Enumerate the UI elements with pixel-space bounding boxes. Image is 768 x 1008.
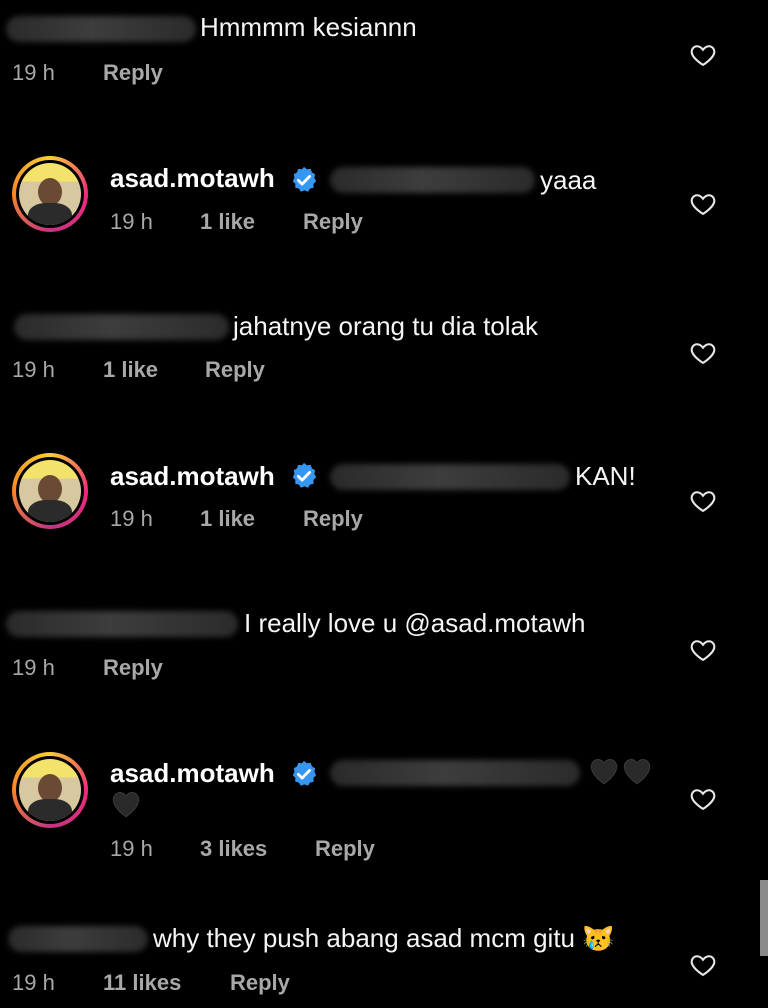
reply-item: asad.motawh KAN! 19 h 1 like Reply	[0, 448, 768, 558]
comment-text: jahatnye orang tu dia tolak	[233, 311, 538, 341]
heart-outline-icon[interactable]	[689, 951, 717, 979]
blurred-username	[6, 16, 196, 42]
username[interactable]: asad.motawh	[110, 758, 275, 789]
black-heart-emoji	[112, 792, 140, 818]
reply-button[interactable]: Reply	[315, 836, 375, 862]
heart-outline-icon[interactable]	[689, 339, 717, 367]
blurred-mention	[330, 167, 535, 193]
comment-time: 19 h	[12, 655, 55, 680]
blurred-username	[14, 314, 229, 340]
comment-text: yaaa	[540, 165, 597, 195]
comment-time: 19 h	[110, 209, 153, 234]
comment-time: 19 h	[12, 357, 55, 382]
like-count[interactable]: 11 likes	[103, 970, 181, 996]
blurred-mention	[330, 760, 580, 786]
comment-time: 19 h	[110, 836, 153, 861]
reply-button[interactable]: Reply	[103, 60, 163, 86]
blurred-mention	[330, 464, 570, 490]
like-count[interactable]: 1 like	[200, 506, 255, 532]
comment-time: 19 h	[12, 60, 55, 85]
blurred-username	[8, 926, 148, 952]
comment-item: I really love u @asad.motawh 19 h Reply	[0, 597, 768, 707]
reply-button[interactable]: Reply	[103, 655, 163, 681]
reply-button[interactable]: Reply	[303, 506, 363, 532]
verified-badge-icon	[292, 760, 317, 786]
reply-button[interactable]: Reply	[205, 357, 265, 383]
reply-button[interactable]: Reply	[230, 970, 290, 996]
avatar[interactable]	[12, 453, 88, 529]
comment-text: Hmmmm kesiannn	[200, 12, 417, 42]
verified-badge-icon	[292, 166, 317, 192]
username[interactable]: asad.motawh	[110, 461, 275, 492]
comment-item: Hmmmm kesiannn 19 h Reply	[0, 0, 768, 110]
username[interactable]: asad.motawh	[110, 163, 275, 194]
comment-text: why they push abang asad mcm gitu 😿	[153, 923, 615, 953]
blurred-username	[6, 611, 238, 637]
like-count[interactable]: 3 likes	[200, 836, 267, 862]
comment-item: jahatnye orang tu dia tolak 19 h 1 like …	[0, 300, 768, 410]
avatar[interactable]	[12, 156, 88, 232]
comment-item: why they push abang asad mcm gitu 😿 19 h…	[0, 912, 768, 1008]
scrollbar[interactable]	[760, 880, 768, 956]
like-count[interactable]: 1 like	[103, 357, 158, 383]
heart-outline-icon[interactable]	[689, 636, 717, 664]
heart-outline-icon[interactable]	[689, 190, 717, 218]
like-count[interactable]: 1 like	[200, 209, 255, 235]
reply-item: asad.motawh 19 h 3 likes Reply	[0, 745, 768, 875]
comment-text: KAN!	[575, 461, 636, 491]
reply-button[interactable]: Reply	[303, 209, 363, 235]
heart-outline-icon[interactable]	[689, 785, 717, 813]
heart-outline-icon[interactable]	[689, 41, 717, 69]
avatar[interactable]	[12, 752, 88, 828]
black-heart-emoji	[623, 759, 651, 785]
comment-time: 19 h	[110, 506, 153, 531]
reply-item: asad.motawh yaaa 19 h 1 like Reply	[0, 150, 768, 260]
verified-badge-icon	[292, 462, 317, 488]
heart-outline-icon[interactable]	[689, 487, 717, 515]
comment-text: I really love u @asad.motawh	[244, 608, 586, 638]
comment-time: 19 h	[12, 970, 55, 995]
black-heart-emoji	[590, 759, 618, 785]
